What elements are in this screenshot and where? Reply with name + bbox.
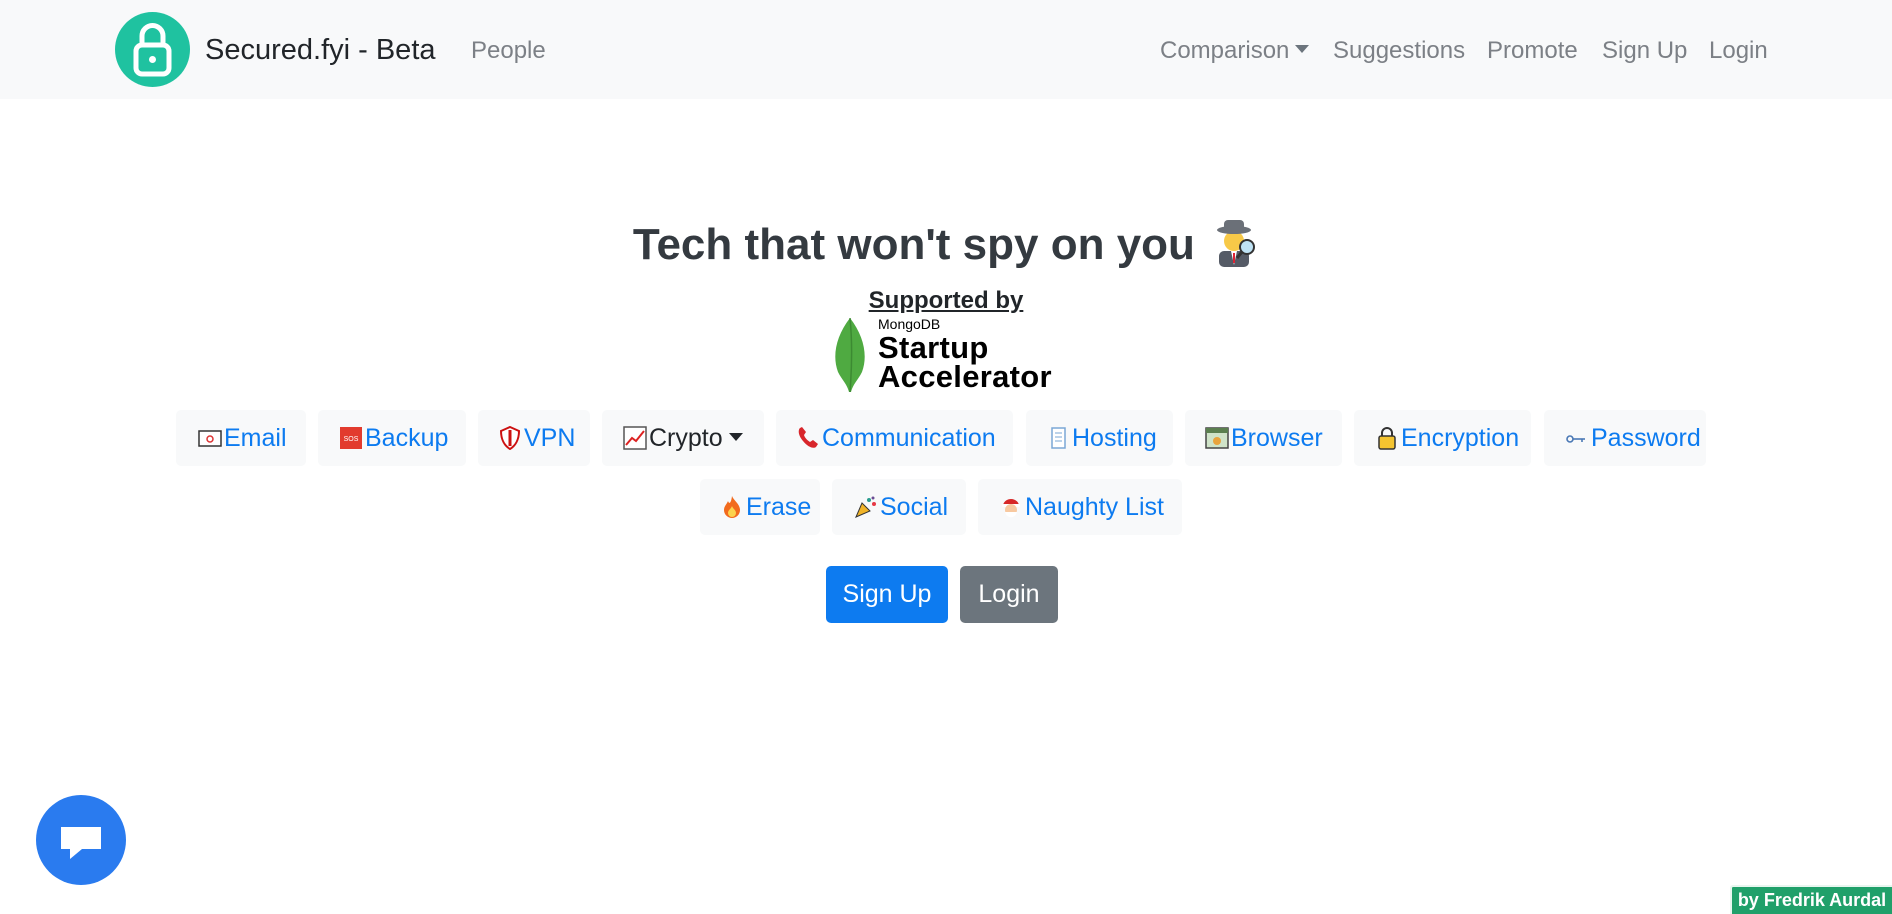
- page-icon: [1051, 427, 1066, 449]
- category-crypto-label: Crypto: [649, 424, 723, 452]
- browser-icon: [1205, 427, 1229, 449]
- category-browser-label: Browser: [1231, 424, 1323, 452]
- navbar: Secured.fyi - Beta People Comparison Sug…: [0, 0, 1892, 99]
- envelope-icon: [198, 430, 222, 447]
- author-credit-badge[interactable]: by Fredrik Aurdal: [1730, 885, 1892, 914]
- nav-signup[interactable]: Sign Up: [1602, 34, 1687, 68]
- sos-icon: SOS: [340, 427, 362, 449]
- category-encryption-label: Encryption: [1401, 424, 1520, 452]
- category-social[interactable]: Social: [832, 479, 966, 535]
- page-title-text: Tech that won't spy on you: [632, 220, 1195, 269]
- nav-suggestions[interactable]: Suggestions: [1333, 34, 1465, 68]
- svg-text:SOS: SOS: [344, 436, 359, 443]
- key-icon: [1566, 435, 1585, 443]
- nav-login[interactable]: Login: [1709, 34, 1768, 68]
- detective-icon: [1217, 220, 1256, 267]
- sponsor-title: Startup Accelerator: [878, 330, 1052, 394]
- page-title: Tech that won't spy on you: [0, 215, 1892, 275]
- category-naughty-list[interactable]: Naughty List: [978, 479, 1182, 535]
- category-communication[interactable]: Communication: [776, 410, 1013, 466]
- shield-icon: [499, 426, 521, 450]
- signup-button[interactable]: Sign Up: [826, 566, 948, 623]
- lock-icon: [1378, 427, 1396, 450]
- category-backup-label: Backup: [365, 424, 449, 452]
- category-browser[interactable]: Browser: [1185, 410, 1342, 466]
- category-naughty-list-label: Naughty List: [1025, 493, 1164, 521]
- supported-by-link[interactable]: Supported by: [0, 286, 1892, 316]
- chevron-down-icon: [1295, 45, 1310, 53]
- category-password[interactable]: Password: [1544, 410, 1706, 466]
- padlock-logo-icon[interactable]: [115, 12, 190, 87]
- category-communication-label: Communication: [822, 424, 996, 452]
- mongodb-leaf-icon: [835, 318, 865, 392]
- nav-comparison-label: Comparison: [1160, 37, 1290, 64]
- category-social-label: Social: [880, 493, 949, 521]
- sponsor-title-line1: Startup: [878, 330, 989, 365]
- nav-comparison-dropdown[interactable]: Comparison: [1160, 34, 1310, 68]
- chevron-down-icon: [728, 433, 743, 441]
- telephone-icon: [798, 427, 818, 448]
- category-email-label: Email: [224, 424, 287, 452]
- category-backup[interactable]: SOS Backup: [318, 410, 466, 466]
- category-email[interactable]: Email: [176, 410, 306, 466]
- party-popper-icon: [855, 496, 876, 518]
- chat-bubble-icon: [61, 827, 101, 859]
- category-vpn-label: VPN: [524, 424, 576, 452]
- santa-icon: [1002, 499, 1020, 518]
- chat-button[interactable]: [36, 795, 126, 885]
- sponsor-title-line2: Accelerator: [878, 359, 1052, 394]
- category-hosting[interactable]: Hosting: [1026, 410, 1173, 466]
- category-erase-label: Erase: [746, 493, 812, 521]
- nav-people[interactable]: People: [471, 34, 546, 68]
- login-button[interactable]: Login: [960, 566, 1058, 623]
- category-vpn[interactable]: VPN: [478, 410, 590, 466]
- category-crypto-dropdown[interactable]: Crypto: [602, 410, 764, 466]
- category-hosting-label: Hosting: [1072, 424, 1157, 452]
- brand-name[interactable]: Secured.fyi - Beta: [205, 30, 436, 70]
- category-password-label: Password: [1591, 424, 1701, 452]
- category-encryption[interactable]: Encryption: [1354, 410, 1531, 466]
- sponsor-logo[interactable]: MongoDB Startup Accelerator: [832, 316, 1062, 392]
- category-erase[interactable]: Erase: [700, 479, 820, 535]
- fire-icon: [724, 496, 740, 518]
- chart-up-icon: [623, 426, 647, 450]
- nav-promote[interactable]: Promote: [1487, 34, 1578, 68]
